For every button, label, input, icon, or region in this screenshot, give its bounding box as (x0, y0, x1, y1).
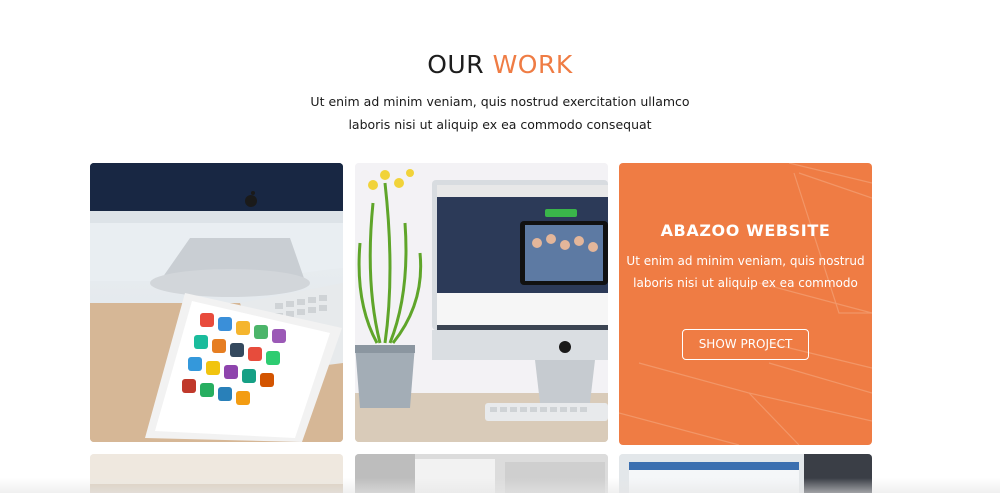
project-description-line2: laboris nisi ut aliquip ex ea commodo (633, 276, 858, 290)
section-title-accent: WORK (492, 50, 573, 79)
project-card-3[interactable]: ABAZOO WEBSITE Ut enim ad minim veniam, … (619, 163, 872, 445)
section-subtitle-line2: laboris nisi ut aliquip ex ea commodo co… (348, 117, 652, 132)
laptop-photo-orange-overlay (619, 163, 872, 445)
project-description-line1: Ut enim ad minim veniam, quis nostrud (626, 254, 865, 268)
section-title: OUR WORK (0, 50, 1000, 79)
imac-ipad-desk-photo (90, 163, 343, 442)
show-project-button[interactable]: SHOW PROJECT (682, 329, 809, 360)
section-subtitle-line1: Ut enim ad minim veniam, quis nostrud ex… (310, 94, 690, 109)
our-work-section: OUR WORK Ut enim ad minim veniam, quis n… (0, 0, 1000, 493)
apple-logo-icon-2 (559, 341, 571, 353)
page-bottom-shadow (0, 478, 1000, 493)
imac-plant-desk-photo (355, 163, 608, 442)
project-card-2[interactable] (355, 163, 608, 442)
project-title: ABAZOO WEBSITE (660, 221, 831, 240)
project-card-1[interactable] (90, 163, 343, 442)
section-title-main: OUR (427, 50, 485, 79)
